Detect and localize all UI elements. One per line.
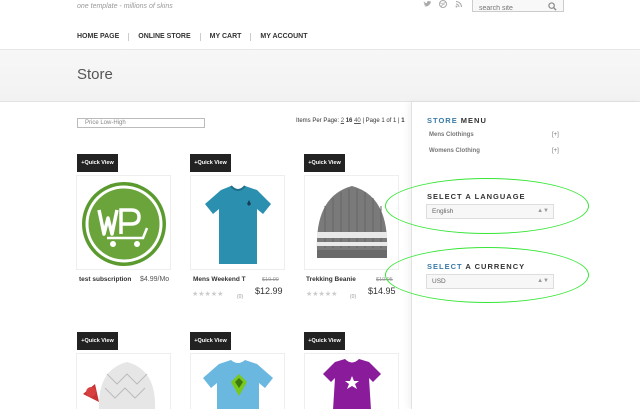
- quick-view-button[interactable]: +Quick View: [77, 154, 118, 172]
- product-old-price: $19.99: [262, 277, 279, 283]
- currency-highlight-ellipse: [385, 247, 589, 303]
- store-menu-title: STORE MENU: [427, 116, 487, 125]
- quick-view-button[interactable]: +Quick View: [304, 332, 345, 350]
- store-menu-title-accent: STORE: [427, 116, 458, 125]
- page-header: Store: [0, 49, 640, 102]
- knit-hat-icon: [83, 362, 156, 409]
- per-page-2[interactable]: 2: [341, 118, 344, 124]
- nav-online-store[interactable]: ONLINE STORE: [138, 33, 201, 41]
- pager: Items Per Page: 2 16 40 | Page 1 of 1 | …: [296, 118, 405, 124]
- rating-count: (0): [350, 294, 357, 300]
- pager-current-page[interactable]: 1: [401, 118, 404, 124]
- nav-home[interactable]: HOME PAGE: [77, 33, 130, 41]
- rating-stars[interactable]: ★★★★★: [306, 290, 337, 298]
- search-box: [472, 0, 564, 16]
- light-blue-tshirt-icon: [203, 360, 273, 409]
- page-title: Store: [77, 66, 113, 83]
- search-icon[interactable]: [548, 0, 557, 11]
- sidebar-item-womens-clothing[interactable]: Womens Clothing: [429, 148, 480, 154]
- expand-toggle[interactable]: [+]: [552, 132, 559, 138]
- teal-tshirt-icon: [205, 185, 271, 264]
- expand-toggle[interactable]: [+]: [552, 148, 559, 154]
- dribbble-icon[interactable]: [438, 0, 448, 10]
- search-input[interactable]: [473, 1, 543, 16]
- quick-view-button[interactable]: +Quick View: [304, 154, 345, 172]
- rating-count: (0): [237, 294, 244, 300]
- rss-icon[interactable]: [454, 0, 464, 10]
- product-price: $12.99: [255, 286, 283, 296]
- quick-view-button[interactable]: +Quick View: [190, 332, 231, 350]
- nav-my-account[interactable]: MY ACCOUNT: [260, 33, 316, 41]
- product-name[interactable]: Trekking Beanie: [306, 276, 356, 283]
- per-page-40[interactable]: 40: [354, 118, 361, 124]
- product-image-knit-hat[interactable]: [76, 353, 171, 409]
- purple-tshirt-icon: [323, 359, 381, 409]
- product-image-blue-tee[interactable]: [190, 353, 285, 409]
- quick-view-button[interactable]: +Quick View: [190, 154, 231, 172]
- product-name[interactable]: test subscription: [79, 276, 131, 283]
- rating-stars[interactable]: ★★★★★: [192, 290, 223, 298]
- pager-prefix: Items Per Page:: [296, 118, 340, 124]
- product-price: $4.99/Mo: [140, 276, 170, 283]
- store-menu-title-rest: MENU: [460, 116, 487, 125]
- sort-select[interactable]: Price Low-High: [77, 118, 205, 128]
- per-page-16[interactable]: 16: [346, 118, 353, 124]
- product-price: $14.95: [368, 286, 396, 296]
- beanie-icon: [316, 186, 388, 258]
- twitter-icon[interactable]: [422, 0, 432, 10]
- social-links: [422, 0, 464, 10]
- product-image-mens-tee[interactable]: [190, 175, 285, 270]
- product-image-wp[interactable]: [76, 175, 171, 270]
- main-nav: HOME PAGE ONLINE STORE MY CART MY ACCOUN…: [77, 33, 325, 41]
- product-name[interactable]: Mens Weekend T: [193, 276, 246, 283]
- pager-page-text: | Page 1 of 1 |: [362, 118, 400, 124]
- product-image-beanie[interactable]: [304, 175, 399, 270]
- quick-view-button[interactable]: +Quick View: [77, 332, 118, 350]
- nav-my-cart[interactable]: MY CART: [210, 33, 252, 41]
- language-highlight-ellipse: [385, 178, 589, 234]
- product-image-purple-tee[interactable]: [304, 353, 399, 409]
- wp-cart-logo-icon: [82, 182, 166, 266]
- sidebar-item-mens-clothings[interactable]: Mens Clothings: [429, 132, 474, 138]
- site-tagline: one template - millions of skins: [77, 3, 173, 10]
